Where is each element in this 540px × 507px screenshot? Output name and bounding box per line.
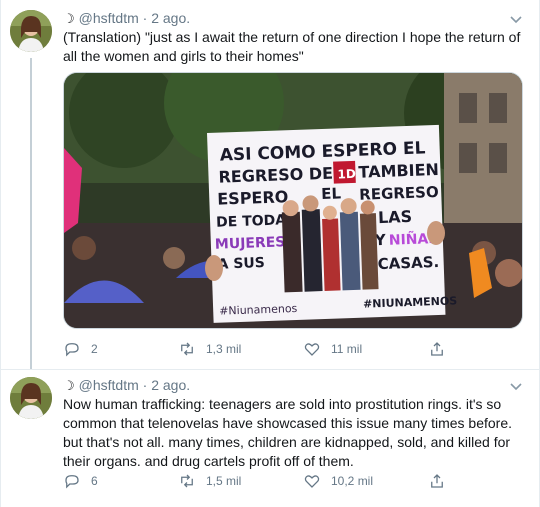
avatar[interactable]: [10, 377, 52, 419]
svg-text:EL: EL: [321, 184, 342, 203]
moon-icon: ☽: [63, 378, 75, 393]
like-icon: [304, 475, 320, 488]
like-count: 10,2 mil: [331, 474, 374, 488]
retweet-icon: [181, 474, 193, 488]
tweet-header: ☽ @hsftdtm · 2 ago.: [63, 377, 190, 394]
retweet-button[interactable]: 1,5 mil: [178, 471, 241, 491]
retweet-count: 1,3 mil: [206, 342, 242, 356]
share-icon: [431, 342, 443, 356]
user-handle[interactable]: @hsftdtm: [79, 10, 139, 26]
svg-text:ESPERO: ESPERO: [217, 187, 289, 208]
tweet[interactable]: ☽ @hsftdtm · 2 ago. Now human trafficking…: [1, 370, 540, 507]
tweet[interactable]: ☽ @hsftdtm · 2 ago. (Translation) "just a…: [1, 0, 540, 370]
tweet-header: ☽ @hsftdtm · 2 ago.: [63, 10, 190, 27]
tweet-actions: 6 1,5 mil 10,2 mil: [63, 471, 463, 491]
tweet-actions: 2 1,3 mil 11 mil: [63, 339, 463, 359]
chevron-down-icon[interactable]: [509, 379, 523, 393]
tweet-text: (Translation) "just as I await the retur…: [63, 29, 521, 64]
svg-text:TAMBIEN: TAMBIEN: [358, 160, 439, 182]
reply-count: 2: [91, 342, 98, 356]
reply-count: 6: [91, 474, 98, 488]
share-button[interactable]: [428, 471, 446, 491]
tweet-photo[interactable]: ASI COMO ESPERO EL REGRESO DE 1D TAMBIEN…: [63, 72, 523, 329]
svg-text:1D: 1D: [337, 167, 356, 182]
timeline: ☽ @hsftdtm · 2 ago. (Translation) "just a…: [0, 0, 540, 507]
retweet-button[interactable]: 1,3 mil: [178, 339, 241, 359]
like-count: 11 mil: [331, 342, 363, 356]
tweet-text: Now human trafficking: teenagers are sol…: [63, 396, 513, 469]
svg-text:REGRESO: REGRESO: [359, 183, 439, 204]
retweet-count: 1,5 mil: [206, 474, 242, 488]
tweet-timestamp[interactable]: · 2 ago.: [143, 10, 190, 26]
svg-text:A SUS: A SUS: [217, 255, 265, 273]
user-handle[interactable]: @hsftdtm: [79, 377, 139, 393]
avatar[interactable]: [10, 10, 52, 52]
moon-icon: ☽: [63, 11, 75, 26]
reply-icon: [65, 343, 79, 357]
reply-icon: [65, 475, 79, 489]
chevron-down-icon[interactable]: [509, 12, 523, 26]
share-icon: [431, 474, 443, 488]
share-button[interactable]: [428, 339, 446, 359]
reply-button[interactable]: 6: [63, 471, 98, 491]
like-button[interactable]: 11 mil: [303, 339, 362, 359]
retweet-icon: [181, 342, 193, 356]
like-button[interactable]: 10,2 mil: [303, 471, 373, 491]
tweet-timestamp[interactable]: · 2 ago.: [143, 377, 190, 393]
svg-text:#Niunamenos: #Niunamenos: [219, 302, 298, 318]
like-icon: [304, 343, 320, 356]
svg-text:MUJERES: MUJERES: [215, 234, 286, 252]
svg-text:REGRESO DE: REGRESO DE: [218, 164, 333, 187]
svg-text:LAS: LAS: [378, 207, 413, 227]
svg-text:CASAS.: CASAS.: [377, 253, 439, 273]
reply-button[interactable]: 2: [63, 339, 98, 359]
